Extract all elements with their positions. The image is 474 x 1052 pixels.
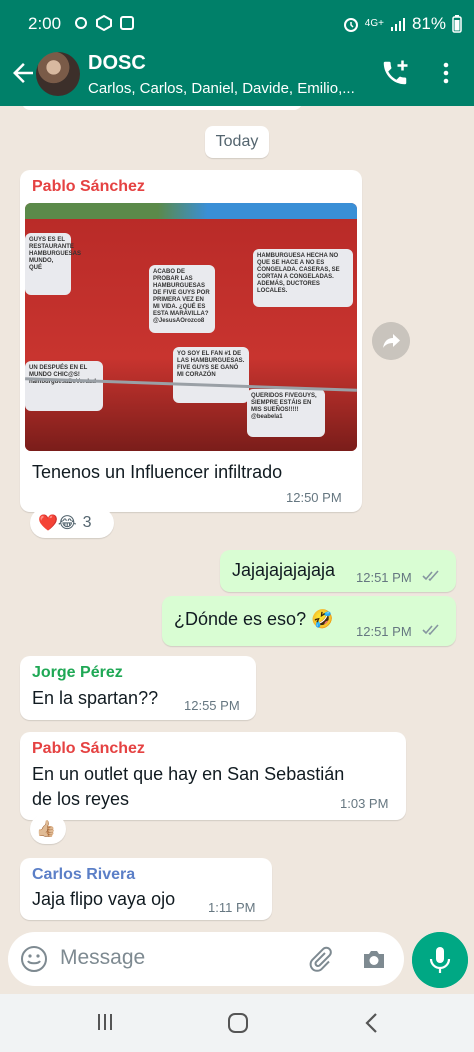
message-text[interactable]: Jaja flipo vaya ojo <box>32 887 175 912</box>
add-call-icon[interactable] <box>380 58 410 88</box>
message-text-line[interactable]: de los reyes <box>32 787 129 812</box>
photo-tweet-card: YO SOY EL FAN #1 DE LAS HAMBURGUESAS. FI… <box>173 347 249 403</box>
emoji-icon[interactable] <box>20 945 48 973</box>
battery-level: 81% <box>411 14 446 33</box>
more-vert-icon[interactable] <box>436 58 456 88</box>
group-members[interactable]: Carlos, Carlos, Daniel, Davide, Emilio,.… <box>88 80 378 97</box>
message-input[interactable]: Message <box>60 946 145 970</box>
recent-apps-icon[interactable] <box>95 1012 115 1032</box>
message-time: 12:51 PM <box>356 624 412 639</box>
alarm-icon <box>343 18 358 32</box>
status-time: 2:00 <box>28 14 62 33</box>
message-bubble[interactable]: Pablo Sánchez En un outlet que hay en Sa… <box>20 732 406 820</box>
system-nav-bar <box>0 994 474 1052</box>
read-ticks-icon <box>422 570 439 582</box>
photo-tweet-card: QUERIDOS FIVEGUYS, SIEMPRE ESTÁIS EN MIS… <box>247 389 325 437</box>
photo-tweet-card: ACABO DE PROBAR LAS HAMBURGUESAS DE FIVE… <box>149 265 215 333</box>
message-text[interactable]: Tenenos un Influencer infiltrado <box>32 460 282 485</box>
attach-icon[interactable] <box>306 945 334 973</box>
battery-icon <box>452 15 462 33</box>
message-time: 12:50 PM <box>286 490 342 505</box>
message-time: 1:11 PM <box>208 900 256 915</box>
signal-icon <box>390 18 405 31</box>
notification-icon <box>75 17 87 29</box>
message-bubble-outgoing[interactable]: ¿Dónde es eso? 🤣 12:51 PM <box>162 596 456 646</box>
forward-icon[interactable] <box>372 322 410 360</box>
message-sender[interactable]: Jorge Pérez <box>32 664 123 682</box>
group-name[interactable]: DOSC <box>88 52 146 75</box>
microphone-icon[interactable] <box>412 932 468 988</box>
message-time: 12:55 PM <box>184 698 240 713</box>
group-avatar[interactable] <box>36 52 80 96</box>
message-bubble[interactable]: Jorge Pérez En la spartan?? 12:55 PM <box>20 656 256 720</box>
photo-tweet-card: HAMBURGUESA HECHA NO QUE SE HACE A NO ES… <box>253 249 353 307</box>
chat-area[interactable]: Today Pablo Sánchez GUYS ES EL RESTAURAN… <box>0 106 474 991</box>
back-arrow-icon[interactable] <box>8 58 38 88</box>
status-bar: 2:00 4G+ 81% <box>0 0 474 48</box>
chat-header: DOSC Carlos, Carlos, Daniel, Davide, Emi… <box>0 48 474 106</box>
message-text[interactable]: Jajajajajajaja <box>232 558 335 583</box>
message-text[interactable]: En la spartan?? <box>32 686 158 711</box>
message-text[interactable]: ¿Dónde es eso? 🤣 <box>174 607 334 632</box>
message-sender[interactable]: Pablo Sánchez <box>32 178 145 196</box>
message-time: 1:03 PM <box>340 796 389 811</box>
previous-message-edge <box>22 106 302 110</box>
message-bubble-image[interactable]: Pablo Sánchez GUYS ES EL RESTAURANTE HAM… <box>20 170 362 512</box>
message-bubble-outgoing[interactable]: Jajajajajajaja 12:51 PM <box>220 550 456 592</box>
message-text-line[interactable]: En un outlet que hay en San Sebastián <box>32 762 344 787</box>
read-ticks-icon <box>422 624 439 636</box>
home-icon[interactable] <box>227 1012 249 1034</box>
square-app-icon <box>120 16 134 30</box>
date-chip: Today <box>205 126 269 158</box>
photo-tweet-card: GUYS ES EL RESTAURANTE HAMBURGUESAS MUND… <box>25 233 81 295</box>
reaction-chip[interactable]: 👍🏼 <box>30 814 66 844</box>
reaction-emoji: 👍🏼 <box>36 821 56 838</box>
camera-icon[interactable] <box>360 945 388 973</box>
reaction-chip[interactable]: ❤️😂 3 <box>30 508 114 538</box>
message-composer: Message <box>8 932 404 986</box>
status-right: 4G+ 81% <box>343 14 462 34</box>
message-bubble[interactable]: Carlos Rivera Jaja flipo vaya ojo 1:11 P… <box>20 858 272 920</box>
message-sender[interactable]: Carlos Rivera <box>32 866 135 884</box>
nav-back-icon[interactable] <box>362 1012 382 1034</box>
reaction-count: 3 <box>82 514 92 531</box>
photo-tweet-card: UN DESPUÉS EN EL MUNDO CHIC@S! hamburgue… <box>25 361 103 411</box>
message-sender[interactable]: Pablo Sánchez <box>32 740 145 758</box>
message-time: 12:51 PM <box>356 570 412 585</box>
network-type: 4G+ <box>364 18 384 29</box>
notification-icons <box>74 15 134 31</box>
app-icon <box>96 15 112 31</box>
reaction-emojis: ❤️😂 <box>38 515 77 532</box>
shared-photo[interactable]: GUYS ES EL RESTAURANTE HAMBURGUESAS MUND… <box>25 203 357 451</box>
